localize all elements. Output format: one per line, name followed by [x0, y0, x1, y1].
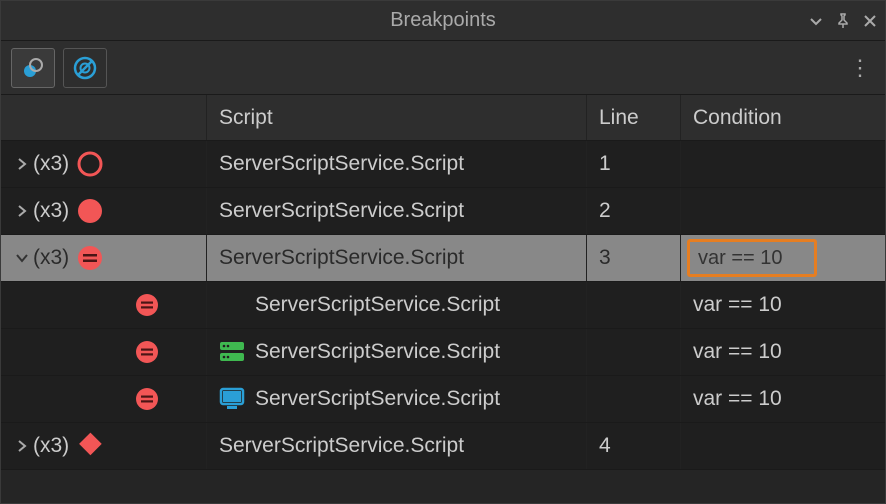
close-icon[interactable]: [863, 14, 877, 28]
chevron-right-icon[interactable]: [13, 204, 31, 218]
script-name: ServerScriptService.Script: [255, 340, 500, 364]
kebab-menu-icon[interactable]: ⋮: [849, 55, 871, 81]
script-name: ServerScriptService.Script: [219, 152, 464, 176]
titlebar: Breakpoints: [1, 1, 885, 41]
table-row[interactable]: (x3) ServerScriptService.Script 2: [1, 188, 885, 235]
condition-text: var == 10: [693, 340, 782, 364]
chevron-right-icon[interactable]: [13, 157, 31, 171]
group-count: (x3): [33, 246, 69, 270]
toolbar: ⋮: [1, 41, 885, 95]
table-header: Script Line Condition: [1, 95, 885, 141]
group-count: (x3): [33, 152, 69, 176]
line-number: 3: [599, 246, 611, 270]
column-header-script[interactable]: Script: [207, 95, 587, 140]
script-name: ServerScriptService.Script: [219, 434, 464, 458]
server-icon: [219, 341, 245, 363]
breakpoint-icon: [75, 149, 105, 179]
chevron-right-icon[interactable]: [13, 439, 31, 453]
dropdown-icon[interactable]: [809, 14, 823, 28]
script-name: ServerScriptService.Script: [255, 293, 500, 317]
script-name: ServerScriptService.Script: [255, 387, 500, 411]
script-name: ServerScriptService.Script: [219, 246, 464, 270]
chevron-down-icon[interactable]: [13, 251, 31, 265]
panel-title: Breakpoints: [390, 9, 496, 32]
logpoint-icon: [75, 432, 103, 460]
filter-exceptions-button[interactable]: [63, 48, 107, 88]
pin-icon[interactable]: [835, 13, 851, 29]
titlebar-controls: [809, 1, 877, 40]
breakpoints-table: Script Line Condition (x3) ServerScriptS…: [1, 95, 885, 503]
column-header-line[interactable]: Line: [587, 95, 681, 140]
group-count: (x3): [33, 199, 69, 223]
conditional-breakpoint-icon: [134, 339, 160, 365]
table-body: (x3) ServerScriptService.Script 1 (x3): [1, 141, 885, 503]
conditional-breakpoint-icon: [134, 386, 160, 412]
table-row[interactable]: ServerScriptService.Script var == 10: [1, 329, 885, 376]
condition-text: var == 10: [693, 293, 782, 317]
filter-all-button[interactable]: [11, 48, 55, 88]
breakpoint-icon: [75, 196, 105, 226]
condition-input[interactable]: [687, 239, 817, 277]
table-row[interactable]: (x3) ServerScriptService.Script 1: [1, 141, 885, 188]
table-row[interactable]: (x3) ServerScriptService.Script 3: [1, 235, 885, 282]
table-row[interactable]: ServerScriptService.Script var == 10: [1, 282, 885, 329]
conditional-breakpoint-icon: [75, 243, 105, 273]
column-header-condition[interactable]: Condition: [681, 95, 885, 140]
line-number: 4: [599, 434, 611, 458]
table-row[interactable]: (x3) ServerScriptService.Script 4: [1, 423, 885, 470]
line-number: 2: [599, 199, 611, 223]
client-icon: [219, 387, 245, 411]
script-name: ServerScriptService.Script: [219, 199, 464, 223]
condition-text: var == 10: [693, 387, 782, 411]
conditional-breakpoint-icon: [134, 292, 160, 318]
group-count: (x3): [33, 434, 69, 458]
breakpoints-panel: Breakpoints ⋮: [0, 0, 886, 504]
column-header-blank[interactable]: [1, 95, 207, 140]
table-row[interactable]: ServerScriptService.Script var == 10: [1, 376, 885, 423]
line-number: 1: [599, 152, 611, 176]
